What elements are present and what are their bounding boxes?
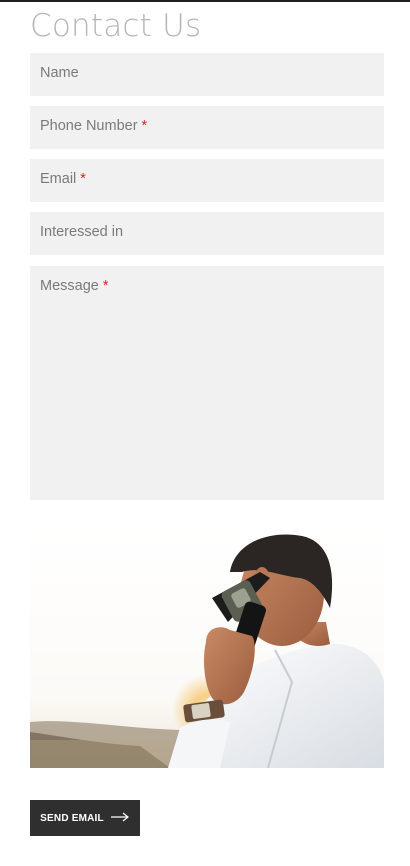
phone-number-field[interactable]: Phone Number * <box>30 106 384 149</box>
page-title: Contact Us <box>30 8 202 44</box>
send-email-label: SEND EMAIL <box>40 812 104 824</box>
email-field[interactable]: Email * <box>30 159 384 202</box>
phone-field-placeholder: Phone Number <box>40 118 138 134</box>
email-field-placeholder: Email <box>40 171 77 187</box>
send-email-button[interactable]: SEND EMAIL <box>30 800 140 836</box>
top-divider <box>0 0 410 2</box>
name-field-placeholder: Name <box>40 65 79 81</box>
interested-in-field[interactable]: Interessed in <box>30 212 384 255</box>
arrow-right-icon <box>110 812 130 825</box>
message-textarea[interactable]: Message * <box>30 266 384 500</box>
required-marker: * <box>80 171 86 187</box>
message-field-placeholder: Message <box>40 278 99 294</box>
required-marker: * <box>141 118 148 134</box>
required-marker: * <box>102 278 109 294</box>
name-field[interactable]: Name <box>30 53 384 96</box>
interested-field-placeholder: Interessed in <box>40 224 124 240</box>
man-on-phone-photo <box>30 532 384 768</box>
